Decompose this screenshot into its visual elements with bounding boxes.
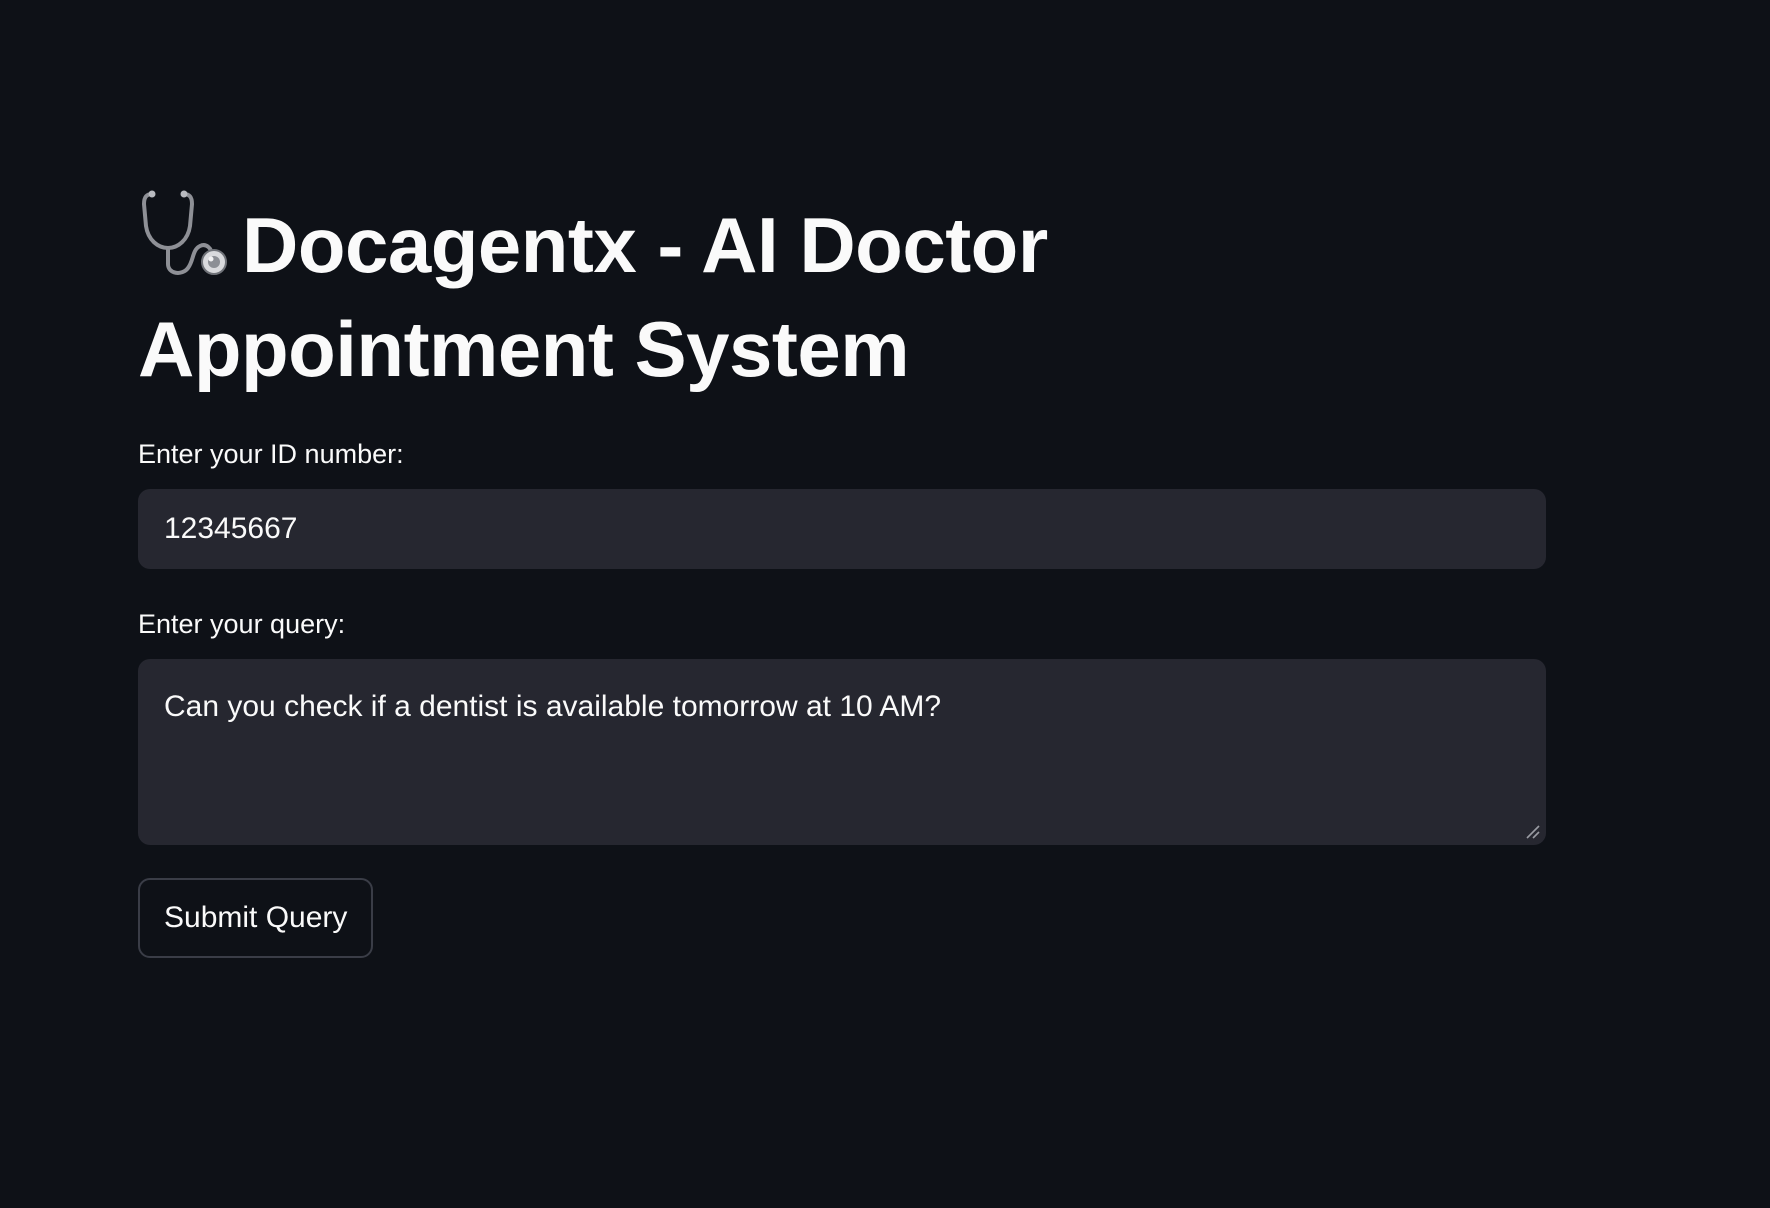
- page-title-text: Docagentx - AI Doctor Appointment System: [138, 201, 1048, 393]
- query-field-label: Enter your query:: [138, 609, 346, 639]
- query-textarea[interactable]: Can you check if a dentist is available …: [138, 659, 1546, 845]
- id-field-label: Enter your ID number:: [138, 439, 404, 469]
- resize-handle-icon[interactable]: [1524, 823, 1540, 839]
- id-number-input[interactable]: [138, 489, 1546, 569]
- main-content: Docagentx - AI Doctor Appointment System…: [138, 188, 1546, 958]
- stethoscope-icon: [141, 190, 227, 275]
- query-textarea-wrapper: Can you check if a dentist is available …: [138, 659, 1546, 845]
- submit-query-button[interactable]: Submit Query: [138, 878, 374, 958]
- page-title: Docagentx - AI Doctor Appointment System: [138, 188, 1178, 401]
